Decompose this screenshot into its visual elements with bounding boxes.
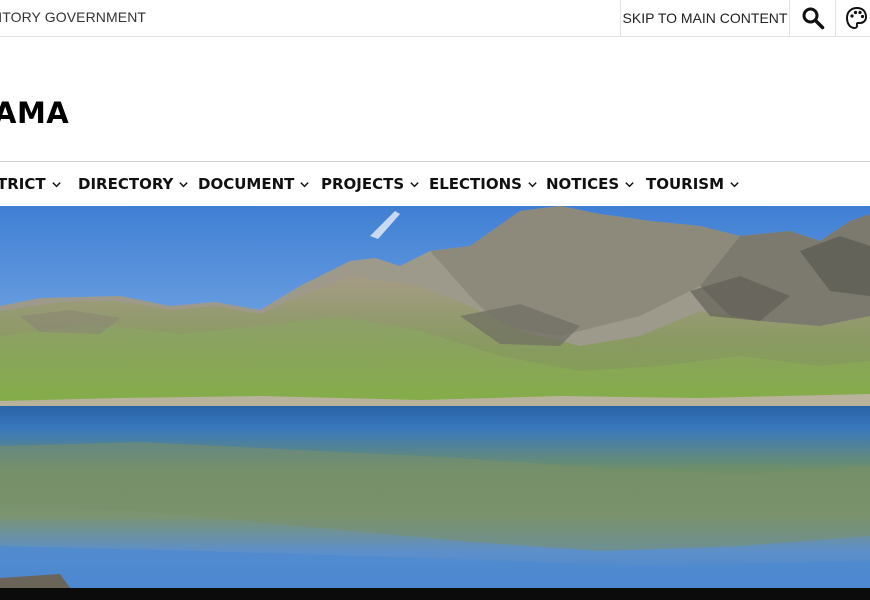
- search-button[interactable]: [790, 0, 836, 36]
- nav-item-document[interactable]: DOCUMENT: [198, 162, 310, 206]
- chevron-down-icon: [410, 181, 419, 187]
- hero-banner: [0, 206, 870, 588]
- nav-item-label: ELECTIONS: [429, 175, 522, 193]
- chevron-down-icon: [300, 181, 310, 187]
- nav-item-directory[interactable]: DIRECTORY: [78, 162, 189, 206]
- nav-item-district[interactable]: TRICT: [0, 162, 62, 206]
- chevron-down-icon: [179, 181, 189, 187]
- government-label: RITORY GOVERNMENT: [0, 9, 147, 25]
- chevron-down-icon: [730, 181, 739, 187]
- nav-item-label: PROJECTS: [321, 175, 405, 193]
- nav-item-label: TRICT: [0, 175, 46, 193]
- nav-item-projects[interactable]: PROJECTS: [321, 162, 420, 206]
- nav-item-tourism[interactable]: TOURISM: [646, 162, 740, 206]
- accessibility-icon: [845, 6, 868, 30]
- main-navigation: TRICT DIRECTORY DOCUMENT PROJECTS ELECTI…: [0, 161, 870, 207]
- nav-item-label: DOCUMENT: [198, 175, 295, 193]
- nav-item-label: DIRECTORY: [78, 175, 174, 193]
- nav-item-label: NOTICES: [546, 175, 620, 193]
- skip-to-main-content-link[interactable]: SKIP TO MAIN CONTENT: [620, 0, 790, 36]
- nav-item-notices[interactable]: NOTICES: [546, 162, 635, 206]
- hero-image: [0, 206, 870, 588]
- nav-item-elections[interactable]: ELECTIONS: [429, 162, 538, 206]
- top-utility-bar: RITORY GOVERNMENT SKIP TO MAIN CONTENT: [0, 0, 870, 37]
- chevron-down-icon: [528, 181, 537, 187]
- chevron-down-icon: [51, 181, 61, 187]
- search-icon: [802, 7, 824, 30]
- bottom-strip: [0, 588, 870, 600]
- site-title[interactable]: AMA: [0, 96, 69, 130]
- nav-item-label: TOURISM: [646, 175, 725, 193]
- accessibility-button[interactable]: [836, 0, 870, 36]
- chevron-down-icon: [625, 181, 634, 187]
